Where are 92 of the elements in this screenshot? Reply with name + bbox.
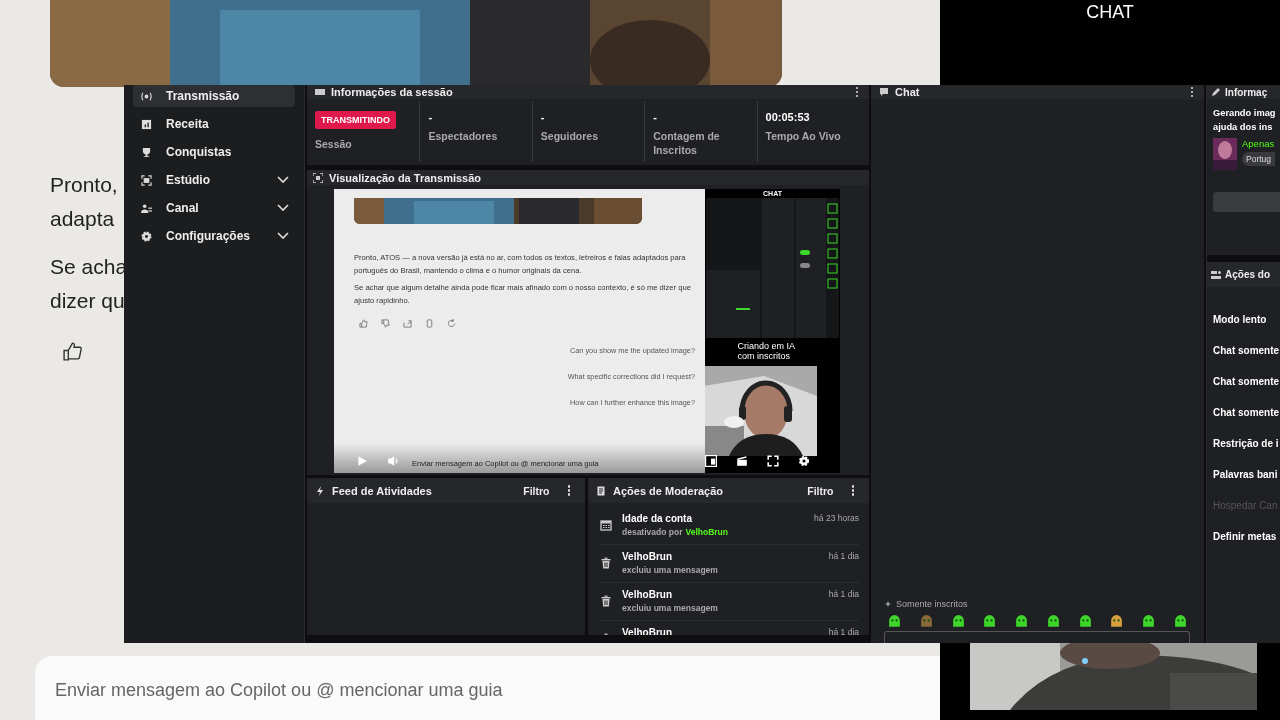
settings-icon[interactable]	[798, 455, 810, 467]
emote-icon[interactable]	[1172, 614, 1188, 629]
preview-icon	[313, 172, 323, 183]
chevron-down-icon[interactable]	[277, 176, 289, 184]
sidebar-item[interactable]: Estúdio	[133, 169, 295, 191]
panel-title: Visualização da Transmissão	[329, 171, 482, 184]
filter-button[interactable]: Filtro	[799, 484, 842, 497]
sidebar-item[interactable]: Configurações	[133, 225, 295, 247]
stream-caption: Criando em IA com inscritos	[737, 341, 796, 361]
stream-title: Gerando imag	[1213, 107, 1277, 120]
sidebar-item[interactable]: Conquistas	[133, 141, 295, 163]
timestamp: há 23 horas	[814, 513, 859, 523]
emote-icon[interactable]	[1109, 614, 1125, 629]
stat-value: -	[428, 111, 434, 123]
panel-title: Ações de Moderação	[613, 484, 724, 497]
pencil-icon	[1211, 87, 1221, 97]
chat-action-item[interactable]: Definir metas	[1213, 529, 1280, 544]
live-status-badge: TRANSMITINDO	[315, 111, 396, 129]
moderation-title: VelhoBrun	[622, 589, 673, 600]
trash-icon	[600, 595, 612, 607]
moderation-detail: excluiu uma mensagem	[622, 603, 718, 613]
stat-label: Seguidores	[540, 129, 599, 143]
thumbs-up-icon[interactable]	[359, 319, 368, 328]
chart-icon	[141, 118, 152, 130]
message-text: adapta	[50, 206, 115, 232]
sidebar-item[interactable]: Receita	[133, 113, 295, 135]
stat-value: 00:05:53	[765, 111, 811, 123]
stat-label: Espectadores	[428, 129, 499, 143]
stat-value: -	[653, 111, 658, 123]
emote-icon[interactable]	[887, 614, 902, 629]
stat-label: Tempo Ao Vivo	[765, 129, 842, 143]
panel-title: Ações do	[1225, 269, 1270, 280]
broadcast-icon	[141, 90, 152, 102]
timestamp: há 1 dia	[828, 589, 859, 599]
stat-value: -	[540, 111, 546, 123]
message-text: Pronto,	[50, 172, 118, 198]
panel-title: Chat	[895, 86, 920, 98]
moderation-detail: desativado por	[622, 527, 683, 537]
chat-bubble-icon	[879, 87, 889, 97]
timestamp: há 1 dia	[828, 551, 859, 561]
refresh-icon[interactable]	[447, 319, 456, 328]
moderation-detail: excluiu uma mensagem	[622, 565, 718, 575]
chat-action-item[interactable]: Restrição de i	[1213, 436, 1280, 451]
scan-icon	[141, 174, 152, 186]
category-link[interactable]: Apenas	[1242, 138, 1276, 149]
message-text: dizer qu	[50, 288, 125, 314]
emote-icon[interactable]	[1141, 614, 1157, 629]
trash-icon	[600, 557, 612, 569]
sidebar-item[interactable]: Transmissão	[133, 85, 295, 107]
username-link[interactable]: VelhoBrun	[685, 527, 728, 537]
panel-title: Feed de Atividades	[332, 484, 432, 497]
panel-title: Informaç	[1225, 86, 1268, 98]
chat-action-item[interactable]: Chat somente	[1213, 343, 1280, 358]
emote-icon[interactable]	[950, 614, 966, 629]
language-tag: Portug	[1242, 152, 1276, 166]
panel-title: Informações da sessão	[331, 86, 453, 98]
channel-actions-icon	[1211, 269, 1221, 280]
chat-mode-label: Somente inscritos	[896, 599, 968, 609]
fullscreen-icon[interactable]	[767, 455, 779, 467]
emote-icon[interactable]	[982, 614, 998, 629]
gear-icon	[141, 230, 152, 242]
emote-icon[interactable]	[1077, 614, 1093, 629]
chat-action-item[interactable]: Chat somente	[1213, 374, 1280, 389]
chevron-down-icon[interactable]	[277, 204, 289, 212]
chat-action-item[interactable]: Modo lento	[1213, 312, 1280, 327]
picture-in-picture-icon[interactable]	[705, 455, 717, 467]
stat-label: Contagem de Inscritos	[653, 129, 721, 157]
calendar-icon	[600, 519, 612, 531]
message-input-field[interactable]: Enviar mensagem ao Copilot ou @ mencionar uma guia	[35, 656, 940, 720]
moderation-title: Idade da conta	[622, 513, 693, 524]
share-icon[interactable]	[403, 319, 412, 328]
chat-action-item[interactable]: Palavras bani	[1213, 467, 1280, 482]
overlay-label: CHAT	[1086, 2, 1134, 24]
emote-icon[interactable]	[1045, 614, 1061, 629]
clapperboard-icon[interactable]	[736, 455, 748, 467]
chat-action-item[interactable]: Chat somente	[1213, 405, 1280, 420]
stat-label: Sessão	[315, 137, 353, 151]
sidebar-item[interactable]: Canal	[133, 197, 295, 219]
thumbs-up-icon[interactable]	[62, 341, 83, 362]
lightning-icon	[315, 485, 325, 496]
people-icon	[141, 202, 152, 214]
chevron-down-icon[interactable]	[277, 232, 289, 240]
timestamp: há 1 dia	[828, 627, 859, 635]
trophy-icon	[141, 146, 152, 158]
filter-button[interactable]: Filtro	[515, 484, 558, 497]
moderation-title: VelhoBrun	[622, 551, 673, 562]
stream-title: ajuda dos ins	[1213, 121, 1274, 134]
emote-icon[interactable]	[1014, 614, 1030, 629]
info-icon	[315, 87, 325, 97]
document-icon	[596, 485, 606, 496]
sparkle-icon	[884, 600, 892, 608]
thumbs-down-icon[interactable]	[381, 319, 390, 328]
